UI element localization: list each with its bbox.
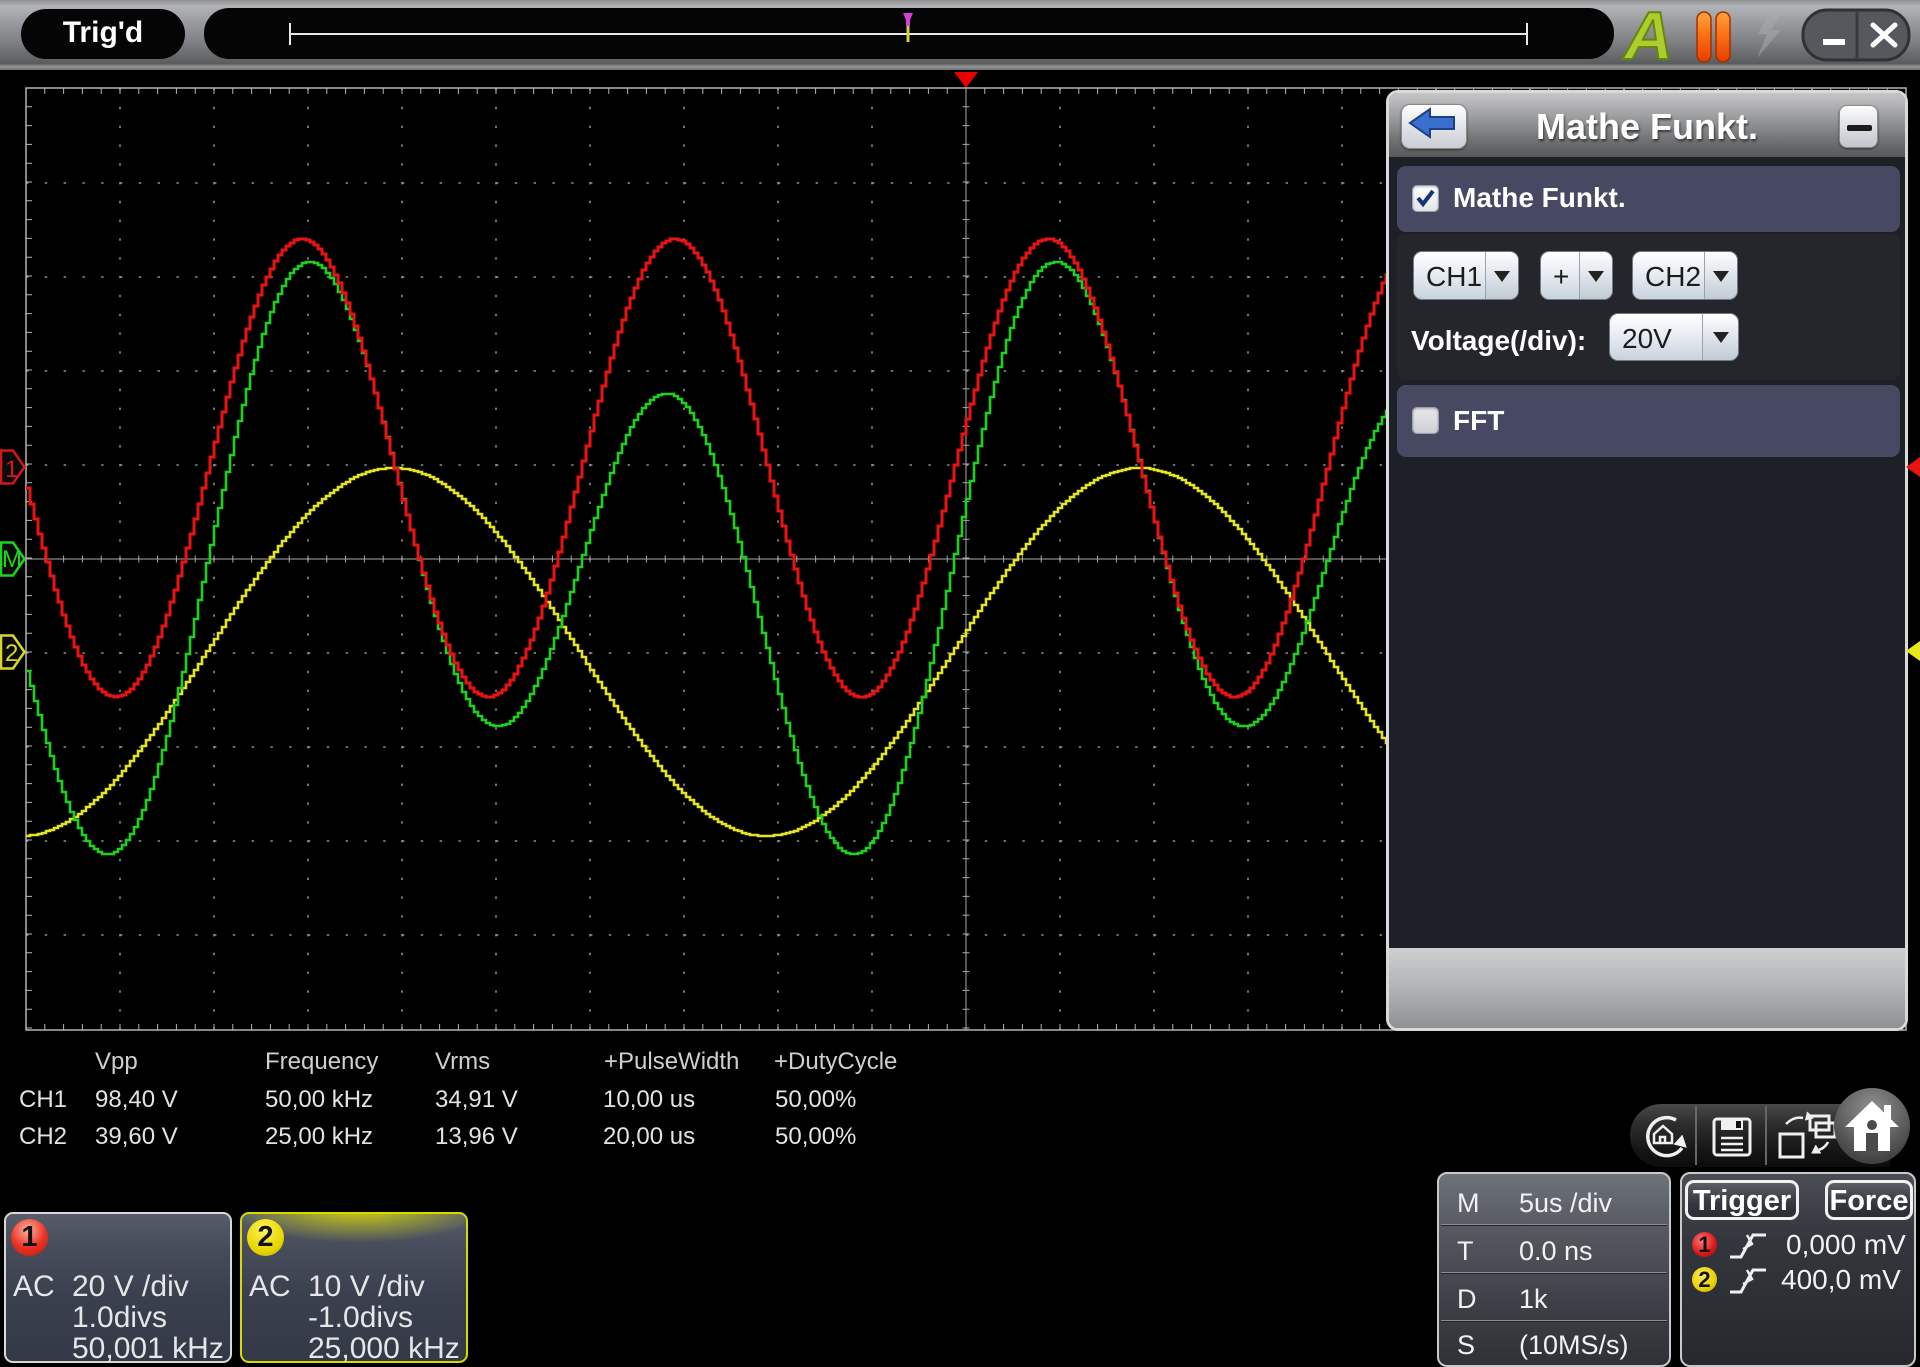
svg-text:M: M xyxy=(2,546,22,573)
svg-text:1: 1 xyxy=(5,456,18,483)
svg-text:2: 2 xyxy=(5,640,18,667)
